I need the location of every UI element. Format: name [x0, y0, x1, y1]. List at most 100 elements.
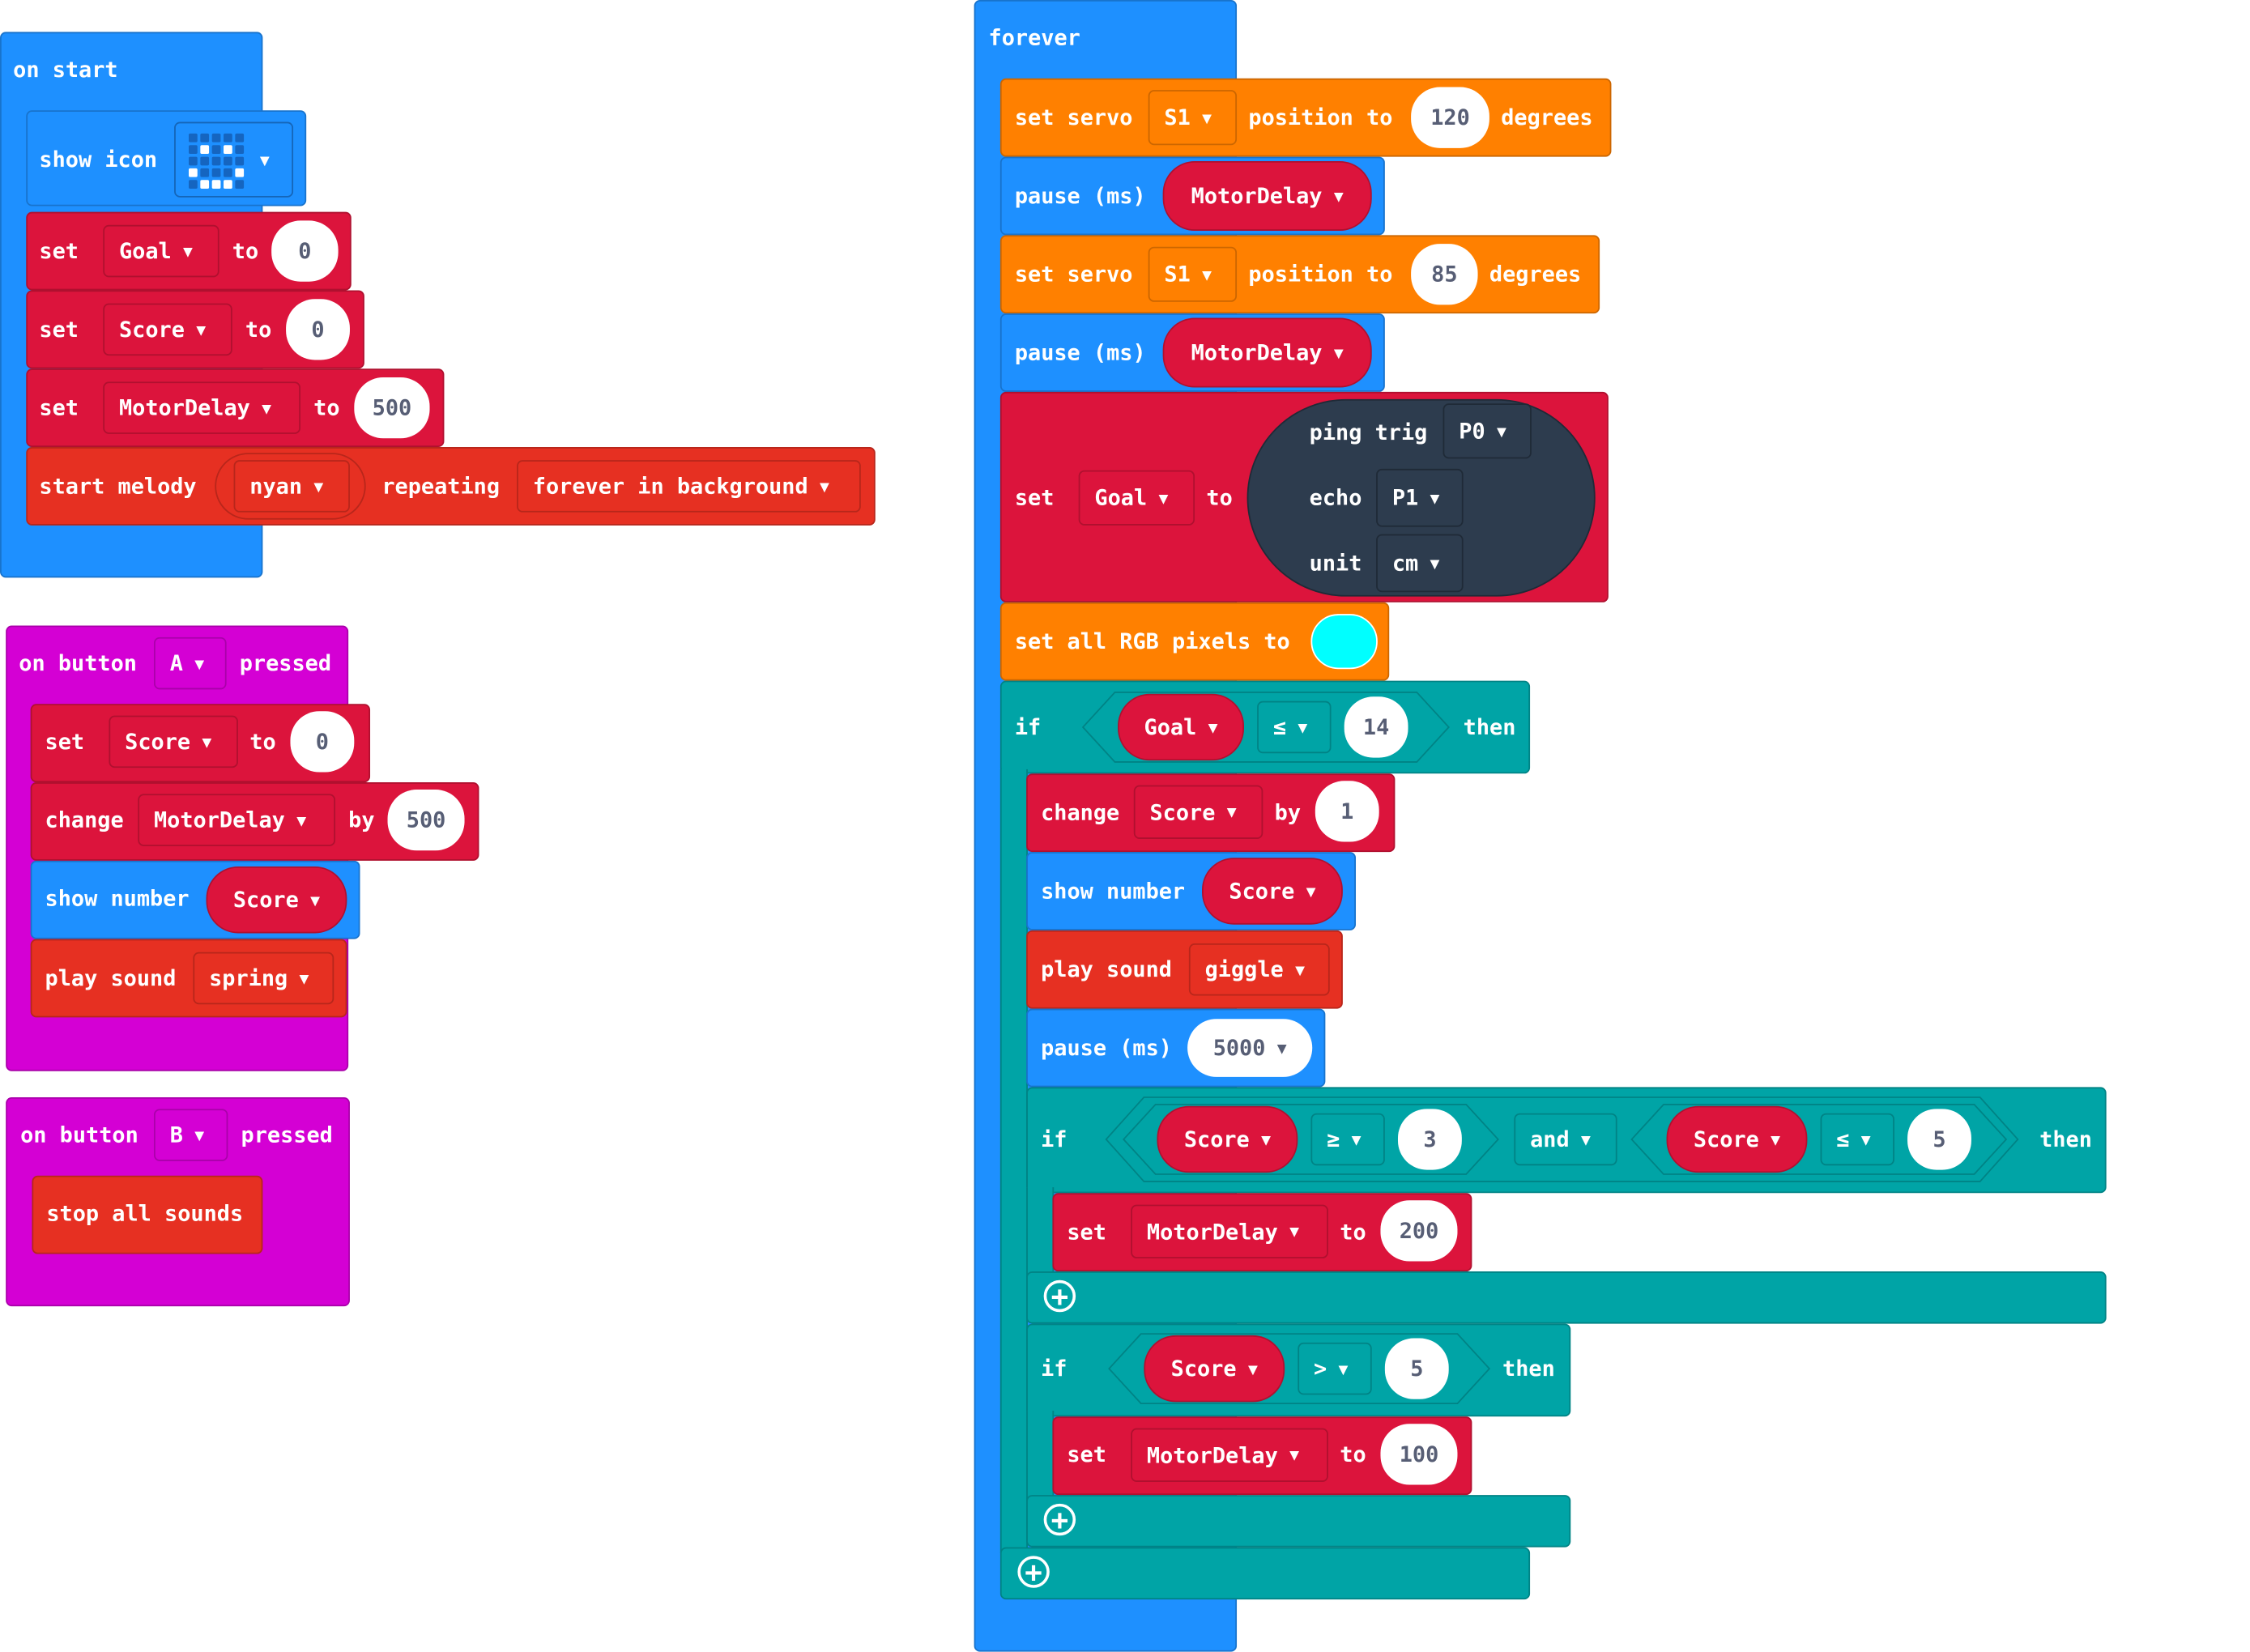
chevron-down-icon: ▼ [1338, 1359, 1349, 1378]
change-value-input[interactable]: 500 [387, 790, 465, 851]
score-reporter[interactable]: Score ▼ [1666, 1105, 1808, 1173]
led-on [235, 168, 245, 177]
sound-dropdown[interactable]: giggle ▼ [1188, 943, 1330, 996]
sound-name: giggle [1204, 956, 1284, 983]
motordelay-reporter[interactable]: MotorDelay ▼ [1162, 160, 1372, 231]
stop-all-sounds-label: stop all sounds [46, 1200, 244, 1227]
operator-dropdown[interactable]: ≥ ▼ [1310, 1113, 1385, 1166]
servo-angle-input[interactable]: 120 [1411, 87, 1489, 148]
melody-dropdown[interactable]: nyan ▼ [233, 460, 350, 513]
echo-pin-dropdown[interactable]: P1 ▼ [1376, 468, 1464, 527]
set-rgb-label: set all RGB pixels to [1014, 628, 1290, 655]
chevron-down-icon: ▼ [183, 241, 193, 261]
servo-angle-input[interactable]: 85 [1411, 244, 1478, 305]
operator-dropdown[interactable]: ≤ ▼ [1257, 700, 1332, 754]
set-label: set [1067, 1441, 1106, 1468]
score-value-input[interactable]: 0 [286, 299, 350, 360]
score-value-input[interactable]: 0 [290, 711, 355, 773]
score-dropdown[interactable]: Score ▼ [1133, 785, 1263, 839]
and-or-dropdown[interactable]: and ▼ [1514, 1113, 1617, 1166]
chevron-down-icon: ▼ [1351, 1130, 1362, 1149]
sound-dropdown[interactable]: spring ▼ [193, 952, 335, 1005]
show-number-label: show number [45, 885, 190, 912]
unit-dropdown[interactable]: cm ▼ [1376, 534, 1464, 593]
color-picker[interactable] [1310, 614, 1378, 670]
goal-dropdown[interactable]: Goal ▼ [1078, 470, 1195, 526]
then-label: then [1463, 713, 1516, 741]
score-reporter[interactable]: Score ▼ [1144, 1335, 1285, 1403]
pressed-label: pressed [239, 649, 332, 677]
then-label: then [2039, 1126, 2092, 1153]
add-else-button[interactable]: + [1043, 1279, 1076, 1313]
degrees-label: degrees [1489, 261, 1582, 287]
trig-pin-dropdown[interactable]: P0 ▼ [1442, 403, 1532, 459]
button-a-dropdown[interactable]: A ▼ [153, 637, 227, 690]
chevron-down-icon: ▼ [202, 732, 212, 751]
compare-value-input[interactable]: 5 [1907, 1109, 1971, 1170]
pause-label: pause (ms) [1014, 339, 1146, 366]
score-variable-reporter[interactable]: Score ▼ [206, 866, 347, 934]
degrees-label: degrees [1501, 104, 1593, 131]
chevron-down-icon: ▼ [296, 810, 307, 830]
chevron-down-icon: ▼ [1226, 803, 1237, 822]
operator-dropdown[interactable]: ≤ ▼ [1820, 1113, 1894, 1166]
goal-dropdown[interactable]: Goal ▼ [103, 224, 219, 278]
compare-value-input[interactable]: 3 [1397, 1109, 1462, 1170]
compare-value-input[interactable]: 14 [1344, 696, 1408, 758]
add-else-button[interactable]: + [1043, 1503, 1076, 1536]
chevron-down-icon: ▼ [1771, 1130, 1781, 1149]
operator: > [1314, 1356, 1327, 1382]
motordelay-value-input[interactable]: 200 [1380, 1200, 1458, 1262]
operator-dropdown[interactable]: > ▼ [1298, 1342, 1372, 1395]
add-else-button[interactable]: + [1017, 1556, 1050, 1588]
position-label: position to [1248, 104, 1393, 131]
servo-dropdown[interactable]: S1 ▼ [1148, 246, 1238, 302]
set-servo-label: set servo [1014, 261, 1133, 287]
score-dropdown[interactable]: Score ▼ [109, 715, 238, 769]
servo-name: S1 [1164, 261, 1191, 287]
led-off [224, 168, 232, 177]
pin-name: P0 [1459, 418, 1485, 445]
chevron-down-icon: ▼ [1430, 488, 1440, 508]
led-off [224, 133, 232, 143]
motordelay-dropdown[interactable]: MotorDelay ▼ [1131, 1204, 1328, 1258]
compare-value-input[interactable]: 5 [1384, 1338, 1449, 1399]
var-name: Goal [118, 237, 172, 265]
led-off [188, 180, 198, 189]
chevron-down-icon: ▼ [194, 1125, 205, 1145]
var-name: Goal [1144, 713, 1197, 741]
show-icon-label: show icon [39, 147, 158, 173]
chevron-down-icon: ▼ [1289, 1222, 1299, 1241]
motordelay-dropdown[interactable]: MotorDelay ▼ [103, 381, 301, 434]
button-b-dropdown[interactable]: B ▼ [153, 1109, 228, 1161]
show-number-label: show number [1041, 878, 1186, 905]
score-reporter[interactable]: Score ▼ [1157, 1105, 1298, 1173]
motordelay-dropdown[interactable]: MotorDelay ▼ [1131, 1428, 1328, 1482]
led-off [200, 168, 210, 177]
change-value-input[interactable]: 1 [1315, 781, 1379, 842]
score-variable-reporter[interactable]: Score ▼ [1202, 858, 1343, 925]
pause-duration-dropdown[interactable]: 5000 ▼ [1187, 1019, 1313, 1077]
chevron-down-icon: ▼ [1158, 488, 1169, 508]
melody-name: nyan [249, 473, 303, 500]
goal-value-input[interactable]: 0 [271, 220, 339, 282]
chevron-down-icon: ▼ [1276, 1038, 1287, 1058]
servo-dropdown[interactable]: S1 ▼ [1148, 90, 1238, 146]
pressed-label: pressed [241, 1122, 333, 1148]
set-label: set [39, 394, 79, 421]
chevron-down-icon: ▼ [262, 398, 272, 418]
score-dropdown[interactable]: Score ▼ [103, 303, 232, 356]
chevron-down-icon: ▼ [313, 476, 324, 496]
motordelay-value-input[interactable]: 500 [354, 377, 430, 439]
if-block-body [999, 769, 1028, 1553]
motordelay-dropdown[interactable]: MotorDelay ▼ [138, 794, 336, 846]
motordelay-value-input[interactable]: 100 [1380, 1424, 1458, 1485]
chevron-down-icon: ▼ [1306, 881, 1316, 901]
workspace[interactable]: on start show icon ▼ set Goal ▼ to 0 set … [0, 0, 2250, 1652]
motordelay-reporter[interactable]: MotorDelay ▼ [1162, 317, 1372, 388]
chevron-down-icon: ▼ [1333, 343, 1344, 363]
if-block-footer [999, 1547, 1531, 1600]
goal-reporter[interactable]: Goal ▼ [1118, 693, 1245, 761]
led-off [200, 133, 210, 143]
repeat-mode-dropdown[interactable]: forever in background ▼ [517, 460, 861, 513]
